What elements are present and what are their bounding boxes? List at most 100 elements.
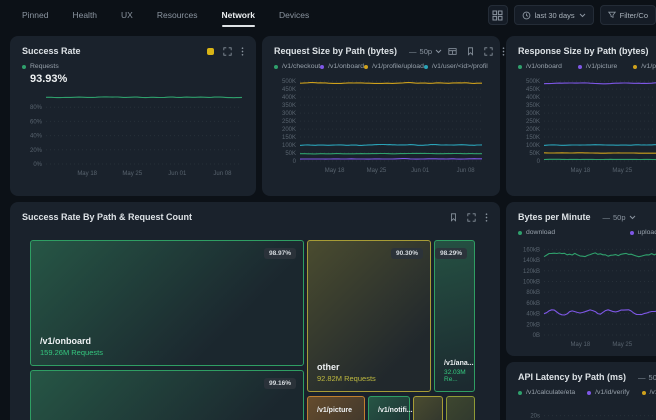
aggregation-label: 50p [649,373,656,382]
legend-item[interactable]: /v1/profile/upload [364,63,424,70]
nav-tab-ux[interactable]: UX [121,1,133,29]
yellow-badge-icon[interactable] [207,48,214,55]
x-axis-tick: May 18 [571,342,591,348]
expand-icon[interactable] [467,213,476,222]
nav-tab-network[interactable]: Network [222,1,256,29]
legend-label: /v1/profile/upload [372,63,424,70]
legend-item[interactable]: /v1/calculate/eta [518,389,575,396]
chart-area: 050K100K150K200K250K300K350K400K450K500K… [516,74,656,179]
success-rate-badge: 98.29% [435,248,467,259]
treemap-node[interactable]: 99.16% [30,370,304,420]
legend-item[interactable]: /v1/picture [578,63,617,70]
legend-item[interactable]: download [518,229,555,236]
kebab-menu-icon[interactable] [485,213,488,222]
node-path-label: /v1/picture [317,407,352,414]
series-line-1 [544,145,656,146]
success-rate-badge: 98.97% [264,248,296,259]
treemap-node--v1-notifi-[interactable]: /v1/notifi... [368,396,410,420]
panel-header: Response Size by Path (bytes) — 50p [506,36,656,56]
panel-header: API Latency by Path (ms) — 50p [506,362,656,382]
legend-item[interactable]: /v1/user/<id>/profile [424,63,488,70]
expand-icon[interactable] [484,47,493,56]
y-axis-tick: 60% [30,119,43,125]
success-rate-value: 93.93% [30,73,256,85]
legend-label: /v1/picture [586,63,617,70]
expand-icon[interactable] [223,47,232,56]
legend-item[interactable]: /v1/onbo [642,389,656,396]
filter-button[interactable]: Filter/Co [600,5,656,25]
series-line-/v1/checkout [300,153,482,154]
pin-icon[interactable] [449,213,458,222]
nav-tab-resources[interactable]: Resources [157,1,198,29]
panel-actions [449,213,488,222]
apps-grid-icon [492,10,503,21]
legend-item[interactable]: /v1/checkout [274,63,320,70]
panel-request-size: Request Size by Path (bytes) — 50p [262,36,500,196]
legend-dot [364,65,368,69]
aggregation-dropdown[interactable]: — 50p [603,213,636,222]
aggregation-dropdown[interactable]: — 50p [409,47,442,56]
chart-area: 20s [516,400,656,420]
table-icon[interactable] [448,47,457,56]
panel-success-rate: Success Rate Requests 93.93% 0%20%40%60%… [10,36,256,196]
treemap-node[interactable] [413,396,443,420]
series-line-/v1/user/<id>/profile [300,145,482,146]
legend-item[interactable]: upload [630,229,656,236]
y-axis-tick: 500K [282,79,296,85]
panel-title: API Latency by Path (ms) [518,372,626,382]
node-label-group: other92.82M Requests [317,362,376,383]
x-axis-tick: Jun 08 [213,171,232,177]
nav-controls: last 30 days Filter/Co [488,5,656,25]
legend-item[interactable]: /v1/onboard [518,63,562,70]
node-label-group: /v1/notifi... [378,407,413,414]
legend-label: /v1/onboard [328,63,364,70]
y-axis-tick: 350K [282,103,296,109]
pin-icon[interactable] [466,47,475,56]
legend-label: /v1/user/<id>/profile [432,63,488,70]
legend-label: /v1/onbo [650,389,656,396]
nav-tab-devices[interactable]: Devices [279,1,309,29]
panel-header: Request Size by Path (bytes) — 50p [262,36,500,56]
chart-area: 0B20kB40kB60kB80kB100kB120kB140kB160kBMa… [516,240,656,353]
y-axis-tick: 100K [526,143,540,149]
treemap-node--v1-ana-[interactable]: 98.29% /v1/ana...32.03M Re... [434,240,475,392]
x-axis-tick: May 25 [122,171,142,177]
y-axis-tick: 40% [30,134,43,140]
panel-api-latency: API Latency by Path (ms) — 50p /v1/calcu… [506,362,656,420]
kebab-menu-icon[interactable] [502,47,505,56]
aggregation-label: 50p [613,213,626,222]
treemap-node-other[interactable]: 90.30%other92.82M Requests [307,240,431,392]
y-axis-tick: 300K [282,111,296,117]
legend-item[interactable]: /v1/profil [633,63,656,70]
panel-title: Success Rate By Path & Request Count [22,212,192,222]
treemap-node--v1-picture[interactable]: /v1/picture [307,396,365,420]
legend-item[interactable]: /v1/id/verify [587,389,629,396]
node-request-count: 159.26M Requests [40,348,103,357]
treemap-node--v1-onboard[interactable]: 98.97%/v1/onboard159.26M Requests [30,240,304,366]
nav-tab-pinned[interactable]: Pinned [22,1,48,29]
chart-legend: /v1/onboard/v1/picture/v1/profil [518,63,656,70]
x-axis-tick: May 18 [77,171,97,177]
success-rate-chart: 0%20%40%60%80%May 18May 25Jun 01Jun 08 [20,89,246,177]
series-line-/v1/onboard [300,159,482,160]
y-axis-tick: 100K [282,143,296,149]
date-range-picker[interactable]: last 30 days [514,5,594,25]
legend-item[interactable]: /v1/onboard [320,63,364,70]
node-label-group: /v1/ana...32.03M Re... [444,360,474,383]
treemap-node[interactable] [446,396,475,420]
panel-bytes-per-minute: Bytes per Minute — 50p download upload 0B… [506,202,656,356]
panel-path-success: Success Rate By Path & Request Count 98.… [10,202,500,420]
apps-grid-button[interactable] [488,5,508,25]
chevron-down-icon [435,49,442,54]
nav-tab-health[interactable]: Health [72,1,97,29]
aggregation-dropdown[interactable]: — 50p [638,373,656,382]
legend-label: download [526,229,555,236]
legend-item[interactable]: Requests [22,63,59,70]
kebab-menu-icon[interactable] [241,47,244,56]
legend-label: upload [638,229,656,236]
x-axis-tick: May 18 [325,168,345,174]
y-axis-tick: 450K [526,87,540,93]
treemap: 98.97%/v1/onboard159.26M Requests99.16%9… [30,240,476,420]
aggregation-label: 50p [420,47,433,56]
panel-header: Bytes per Minute — 50p [506,202,656,222]
